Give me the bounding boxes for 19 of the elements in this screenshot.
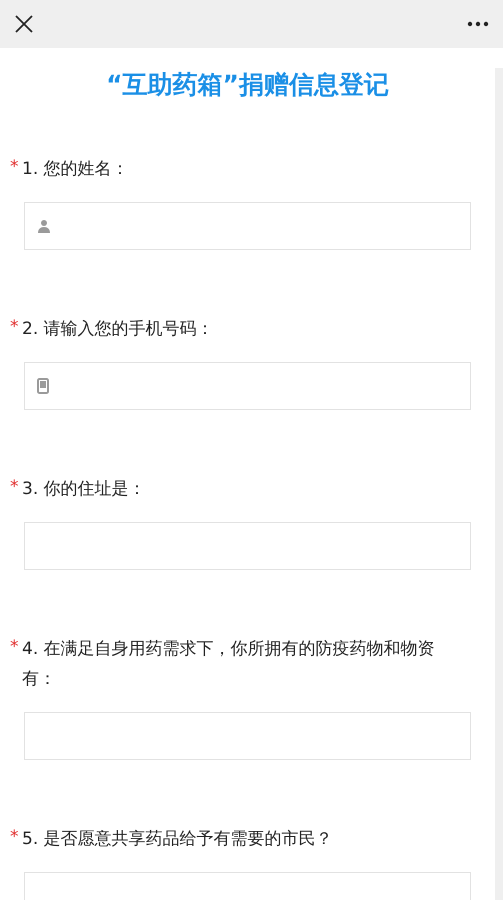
question-label: 5. 是否愿意共享药品给予有需要的市民？ (22, 828, 333, 851)
form-title: “互助药箱”捐赠信息登记 (105, 69, 390, 101)
input-field[interactable] (24, 522, 471, 570)
required-mark: * (10, 476, 20, 499)
phone-icon (37, 378, 49, 394)
question-label: 2. 请输入您的手机号码： (22, 318, 214, 341)
question-label: 3. 你的住址是： (22, 478, 146, 501)
question-label: 1. 您的姓名： (22, 158, 129, 181)
more-icon[interactable] (467, 21, 489, 27)
input-field[interactable] (24, 202, 471, 250)
input-field[interactable] (24, 712, 471, 760)
required-mark: * (10, 316, 20, 339)
required-mark: * (10, 636, 20, 659)
person-icon (37, 219, 51, 233)
required-mark: * (10, 156, 20, 179)
question-label: 4. 在满足自身用药需求下，你所拥有的防疫药物和物资有： (22, 638, 436, 691)
required-mark: * (10, 826, 20, 849)
close-icon[interactable] (14, 14, 34, 34)
input-field[interactable] (24, 362, 471, 410)
